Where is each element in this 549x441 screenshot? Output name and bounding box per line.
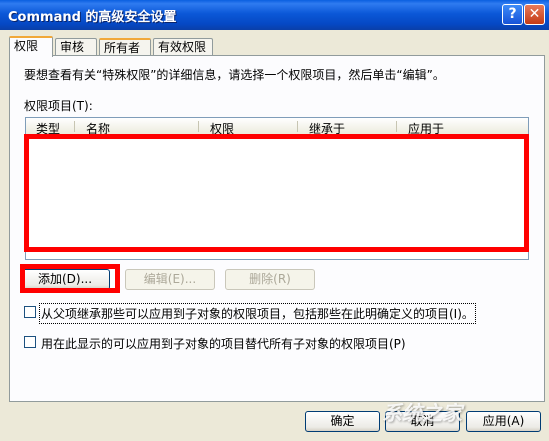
help-icon: ? (508, 6, 517, 22)
replace-checkbox[interactable] (24, 336, 36, 348)
title-bar: Command 的高级安全设置 ? ✕ (0, 0, 549, 30)
help-button[interactable]: ? (502, 4, 523, 25)
window-title: Command 的高级安全设置 (8, 10, 177, 25)
permissions-label: 权限项目(T): (24, 99, 93, 113)
highlight-box-add (20, 264, 120, 293)
tab-owner[interactable]: 所有者 (99, 38, 151, 55)
edit-button[interactable]: 编辑(E)... (125, 269, 215, 290)
instruction-text: 要想查看有关“特殊权限”的详细信息，请选择一个权限项目，然后单击“编辑”。 (24, 68, 445, 82)
inherit-checkbox[interactable] (24, 306, 36, 318)
tab-permissions[interactable]: 权限 (9, 36, 53, 57)
watermark-logo: 系统之家 (382, 401, 462, 425)
close-icon: ✕ (528, 6, 541, 22)
inherit-label: 从父项继承那些可以应用到子对象的权限项目，包括那些在此明确定义的项目(I)。 (39, 303, 476, 324)
ok-button[interactable]: 确定 (305, 411, 380, 432)
delete-button[interactable]: 删除(R) (225, 269, 315, 290)
tab-auditing[interactable]: 审核 (55, 38, 97, 55)
close-button[interactable]: ✕ (524, 4, 545, 25)
replace-label: 用在此显示的可以应用到子对象的项目替代所有子对象的权限项目(P) (41, 337, 406, 351)
highlight-box-list (24, 134, 529, 252)
tab-effective-permissions[interactable]: 有效权限 (153, 38, 213, 55)
